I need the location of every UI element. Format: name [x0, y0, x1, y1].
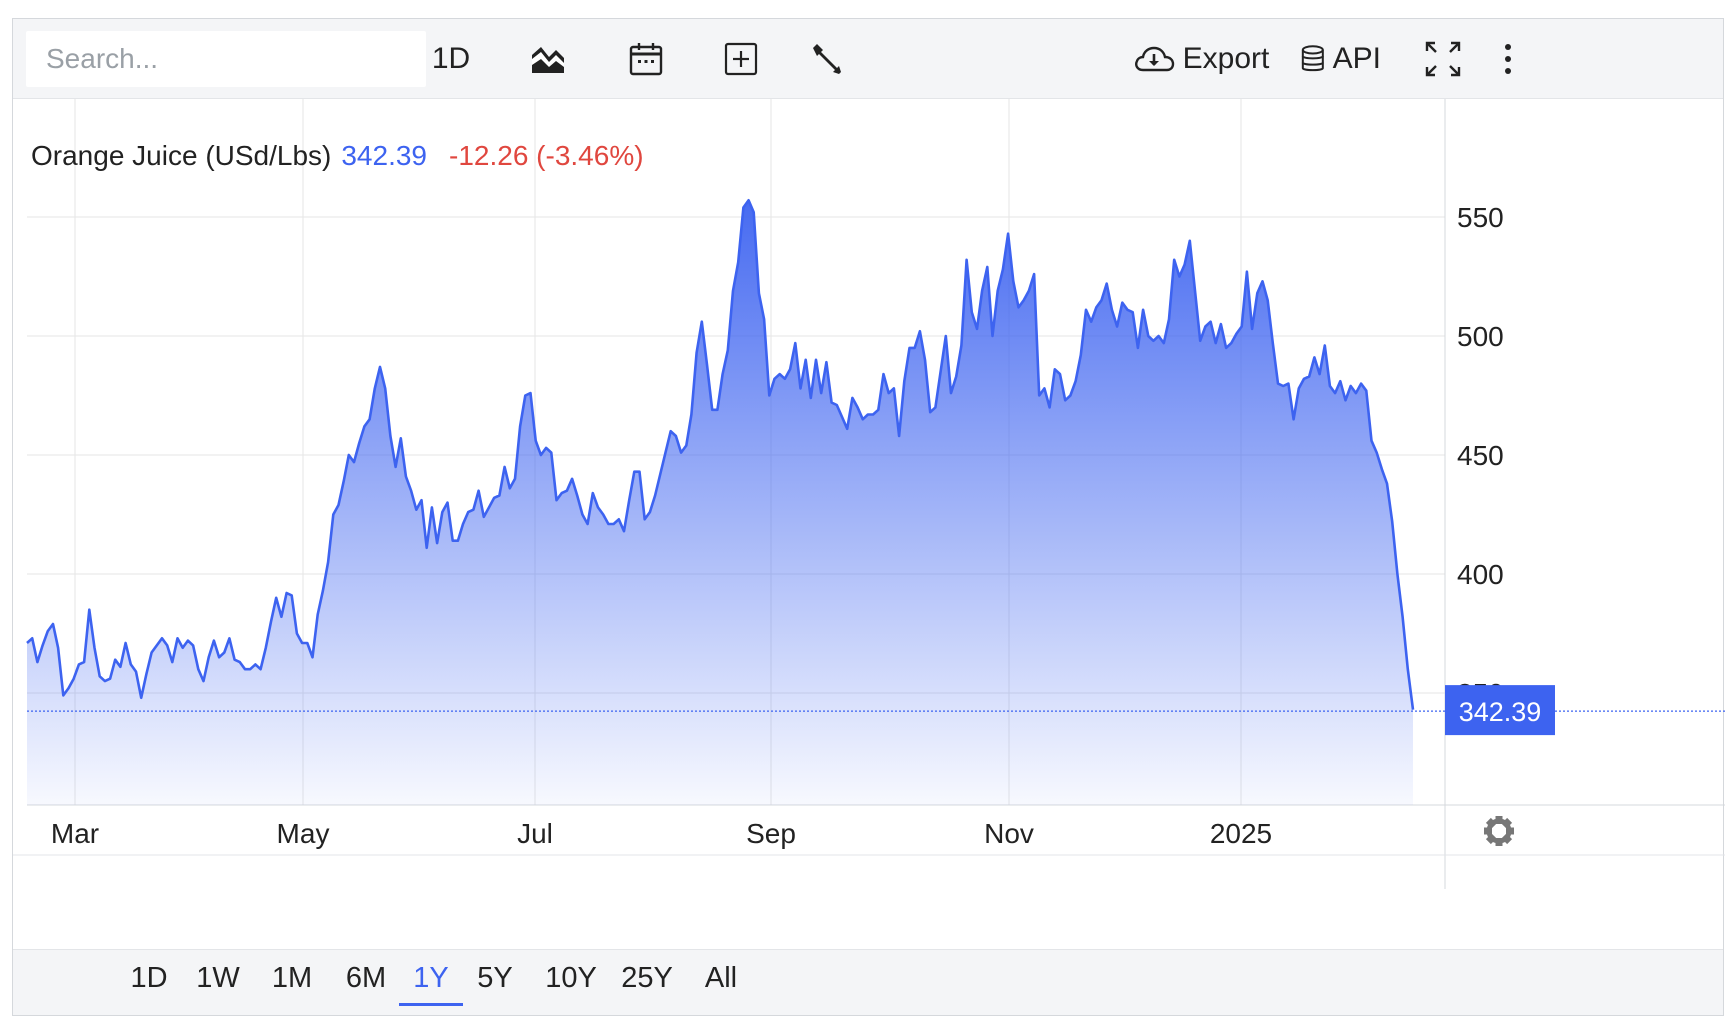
last-value-label: 342.39 [1459, 697, 1542, 727]
x-tick-label: Jul [517, 818, 553, 849]
wrench-icon [813, 44, 841, 74]
fullscreen-icon [1425, 41, 1461, 77]
x-tick-label: Mar [51, 818, 99, 849]
range-button-5y[interactable]: 5Y [465, 962, 525, 1006]
api-label: API [1332, 42, 1381, 75]
range-button-6m[interactable]: 6M [333, 962, 399, 1006]
interval-label: 1D [431, 42, 471, 75]
search-input[interactable] [26, 31, 426, 87]
instrument-price: 342.39 [341, 140, 427, 171]
instrument-name: Orange Juice (USd/Lbs) [31, 140, 331, 171]
fullscreen-button[interactable] [1421, 31, 1465, 87]
tools-button[interactable] [801, 31, 851, 87]
add-indicator-icon [724, 42, 758, 76]
price-chart: 350400450500550342.39MarMayJulSepNov2025… [13, 99, 1725, 889]
range-button-all[interactable]: All [695, 962, 747, 1006]
x-tick-label: Nov [984, 818, 1034, 849]
settings-icon[interactable] [1484, 816, 1514, 846]
range-button-1w[interactable]: 1W [185, 962, 251, 1006]
range-button-25y[interactable]: 25Y [611, 962, 683, 1006]
chart-type-button[interactable] [523, 31, 573, 87]
range-button-1d[interactable]: 1D [117, 962, 181, 1006]
y-tick-label: 550 [1457, 202, 1504, 233]
toolbar: 1D [13, 19, 1723, 99]
x-tick-label: 2025 [1210, 818, 1272, 849]
database-icon [1301, 45, 1324, 72]
range-button-10y[interactable]: 10Y [535, 962, 607, 1006]
price-area-fill [27, 200, 1413, 806]
range-selector: 1D 1W 1M 6M 1Y 5Y 10Y 25Y All [13, 949, 1723, 1015]
x-tick-label: Sep [746, 818, 796, 849]
y-tick-label: 500 [1457, 321, 1504, 352]
range-button-1y[interactable]: 1Y [399, 962, 463, 1006]
instrument-change: -12.26 (-3.46%) [449, 140, 644, 171]
api-button[interactable]: API [1301, 31, 1381, 87]
x-tick-label: May [277, 818, 330, 849]
y-tick-label: 400 [1457, 559, 1504, 590]
chart-area: 350400450500550342.39MarMayJulSepNov2025… [13, 99, 1725, 969]
export-button[interactable]: Export [1131, 31, 1271, 87]
chart-legend: Orange Juice (USd/Lbs) 342.39 -12.26 (-3.4… [31, 140, 644, 171]
more-button[interactable] [1493, 31, 1523, 87]
range-button-1m[interactable]: 1M [259, 962, 325, 1006]
cloud-download-icon [1134, 46, 1174, 72]
export-label: Export [1182, 42, 1270, 75]
y-tick-label: 450 [1457, 440, 1504, 471]
chart-widget: 1D [12, 18, 1725, 1016]
chart-type-icon [532, 47, 564, 73]
more-vertical-icon [1505, 44, 1511, 74]
calendar-button[interactable] [621, 31, 671, 87]
calendar-icon [629, 43, 663, 76]
add-indicator-button[interactable] [716, 31, 766, 87]
interval-button[interactable]: 1D [421, 31, 481, 87]
